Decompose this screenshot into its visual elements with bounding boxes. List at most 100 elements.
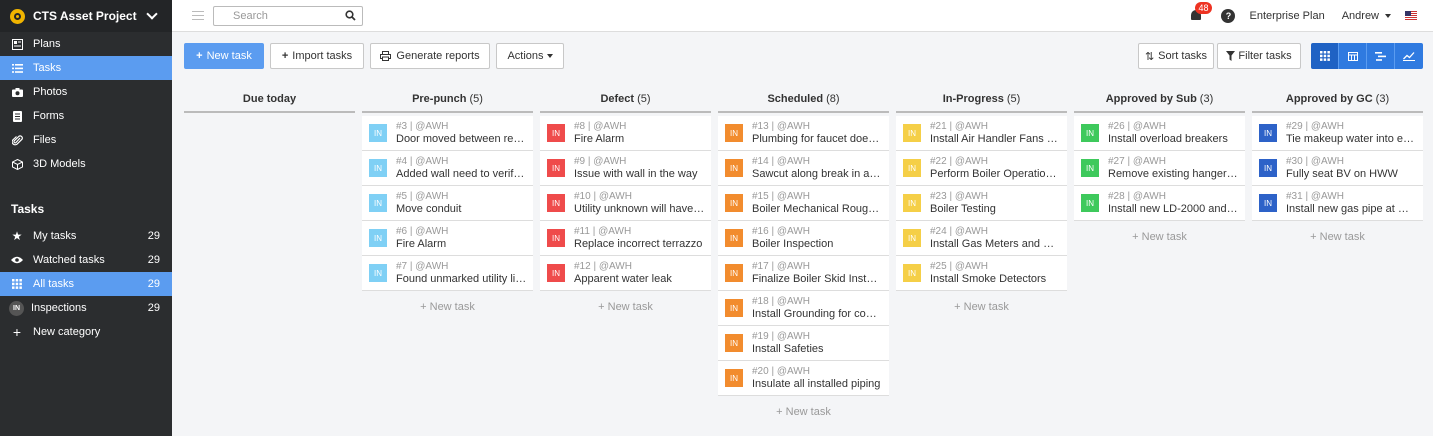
task-card[interactable]: IN #28 | @AWH Install new LD-2000 and tie … [1074, 186, 1245, 221]
task-title: Found unmarked utility line i... [396, 272, 527, 285]
task-meta: #6 | @AWH [396, 225, 449, 237]
filter-tasks-button[interactable]: Filter tasks [1217, 43, 1301, 69]
task-card[interactable]: IN #23 | @AWH Boiler Testing [896, 186, 1067, 221]
task-card[interactable]: IN #10 | @AWH Utility unknown will have to… [540, 186, 711, 221]
task-card[interactable]: IN #5 | @AWH Move conduit [362, 186, 533, 221]
sidebar-item-new-category[interactable]: + New category [0, 320, 172, 344]
task-card[interactable]: IN #4 | @AWHAdded wall need to verify lay… [362, 151, 533, 186]
task-type-badge: IN [903, 264, 921, 282]
new-task-link[interactable]: + New task [362, 301, 533, 313]
plan-link[interactable]: Enterprise Plan [1249, 10, 1324, 22]
line-chart-icon [1403, 52, 1415, 61]
task-card[interactable]: IN #9 | @AWH Issue with wall in the way [540, 151, 711, 186]
user-menu[interactable]: Andrew [1342, 10, 1379, 22]
task-title: Install Gas Meters and Press... [930, 237, 1061, 250]
task-card[interactable]: IN #19 | @AWH Install Safeties [718, 326, 889, 361]
search-input[interactable]: Search [213, 5, 363, 26]
task-card[interactable]: IN #31 | @AWHInstall new gas pipe at mete… [1252, 186, 1423, 221]
new-task-button[interactable]: + New task [184, 43, 264, 69]
notifications-button[interactable]: 48 [1189, 1, 1212, 23]
chart-view-button[interactable] [1395, 43, 1423, 69]
gantt-view-button[interactable] [1367, 43, 1395, 69]
calendar-icon [1347, 52, 1358, 61]
sidebar-item-plans[interactable]: Plans [0, 32, 172, 56]
task-title: Boiler Inspection [752, 237, 834, 250]
sidebar-item-my-tasks[interactable]: ★ My tasks 29 [0, 224, 172, 248]
search-icon [345, 10, 356, 21]
sidebar-item-photos[interactable]: Photos [0, 80, 172, 104]
task-card[interactable]: IN #8 | @AWH Fire Alarm [540, 116, 711, 151]
task-card[interactable]: IN #7 | @AWHFound unmarked utility line i… [362, 256, 533, 291]
task-type-badge: IN [547, 159, 565, 177]
task-card[interactable]: IN #22 | @AWH Perform Boiler Operation Te.… [896, 151, 1067, 186]
sidebar-item-inspections[interactable]: IN Inspections 29 [0, 296, 172, 320]
column-scheduled: Scheduled (8) IN #13 | @AWH Plumbing for fau… [718, 86, 889, 418]
generate-reports-button[interactable]: Generate reports [370, 43, 490, 69]
column-count: (3) [1199, 92, 1214, 105]
sort-tasks-label: Sort tasks [1158, 50, 1208, 62]
task-card[interactable]: IN #29 | @AWH Tie makeup water into existi… [1252, 116, 1423, 151]
task-card[interactable]: IN #21 | @AWHInstall Air Handler Fans and… [896, 116, 1067, 151]
sidebar-item-watched-tasks[interactable]: Watched tasks 29 [0, 248, 172, 272]
sidebar-item-all-tasks[interactable]: All tasks 29 [0, 272, 172, 296]
project-switcher[interactable]: CTS Asset Project [0, 0, 172, 32]
task-count: 29 [147, 278, 160, 290]
task-card[interactable]: IN #30 | @AWH Fully seat BV on HWW [1252, 151, 1423, 186]
actions-dropdown[interactable]: Actions [496, 43, 564, 69]
task-card[interactable]: IN #12 | @AWH Apparent water leak [540, 256, 711, 291]
sidebar-item-tasks[interactable]: Tasks [0, 56, 172, 80]
task-type-badge: IN [903, 159, 921, 177]
new-task-link[interactable]: + New task [1252, 231, 1423, 243]
task-card[interactable]: IN #15 | @AWH Boiler Mechanical Rough-In [718, 186, 889, 221]
new-task-link[interactable]: + New task [1074, 231, 1245, 243]
task-card[interactable]: IN #24 | @AWHInstall Gas Meters and Press… [896, 221, 1067, 256]
new-task-label: New task [206, 50, 252, 62]
board-view-button[interactable] [1311, 43, 1339, 69]
task-type-badge: IN [369, 264, 387, 282]
new-task-link[interactable]: + New task [718, 406, 889, 418]
card-list: IN #29 | @AWH Tie makeup water into existi… [1252, 116, 1423, 221]
task-type-badge: IN [547, 124, 565, 142]
task-card[interactable]: IN #20 | @AWH Insulate all installed pipin… [718, 361, 889, 396]
column-in-progress: In-Progress (5) IN #21 | @AWH Install Air Ha… [896, 86, 1067, 313]
plus-icon: + [196, 50, 203, 62]
task-card[interactable]: IN #3 | @AWHDoor moved between rev on... [362, 116, 533, 151]
task-card[interactable]: IN #25 | @AWH Install Smoke Detectors [896, 256, 1067, 291]
task-card[interactable]: IN #27 | @AWHRemove existing hangers in b… [1074, 151, 1245, 186]
column-header: Defect (5) [540, 86, 711, 113]
task-type-badge: IN [1259, 159, 1277, 177]
new-task-link[interactable]: + New task [896, 301, 1067, 313]
tasks-nav: ★ My tasks 29 Watched tasks 29 All tasks 29 IN I… [0, 224, 172, 344]
sidebar-item-3d-models[interactable]: 3D Models [0, 152, 172, 176]
grid-icon [1319, 51, 1330, 61]
sort-tasks-button[interactable]: ⇅ Sort tasks [1138, 43, 1214, 69]
eye-icon [11, 254, 23, 266]
task-title: Install overload breakers [1108, 132, 1228, 145]
help-icon[interactable]: ? [1221, 8, 1236, 23]
task-title: Plumbing for faucet does not... [752, 132, 883, 145]
sidebar-item-forms[interactable]: Forms [0, 104, 172, 128]
task-title: Replace incorrect terrazzo [574, 237, 703, 250]
project-logo-icon [10, 8, 25, 24]
task-title: Install Smoke Detectors [930, 272, 1047, 285]
sidebar-item-files[interactable]: Files [0, 128, 172, 152]
task-card[interactable]: IN #6 | @AWH Fire Alarm [362, 221, 533, 256]
new-task-link[interactable]: + New task [540, 301, 711, 313]
us-flag-icon[interactable] [1405, 11, 1417, 20]
task-type-badge: IN [369, 194, 387, 212]
menu-icon[interactable] [192, 8, 204, 23]
task-title: Install Grounding for compo... [752, 307, 883, 320]
import-tasks-button[interactable]: + Import tasks [270, 43, 364, 69]
task-type-badge: IN [725, 334, 743, 352]
task-card[interactable]: IN #16 | @AWH Boiler Inspection [718, 221, 889, 256]
task-meta: #23 | @AWH [930, 190, 988, 202]
task-card[interactable]: IN #14 | @AWHSawcut along break in asphal… [718, 151, 889, 186]
task-card[interactable]: IN #26 | @AWH Install overload breakers [1074, 116, 1245, 151]
task-card[interactable]: IN #17 | @AWH Finalize Boiler Skid Install… [718, 256, 889, 291]
task-card[interactable]: IN #11 | @AWH Replace incorrect terrazzo [540, 221, 711, 256]
task-card[interactable]: IN #18 | @AWH Install Grounding for compo.… [718, 291, 889, 326]
task-type-badge: IN [1259, 124, 1277, 142]
task-title: Fire Alarm [574, 132, 625, 145]
calendar-view-button[interactable] [1339, 43, 1367, 69]
task-card[interactable]: IN #13 | @AWHPlumbing for faucet does not… [718, 116, 889, 151]
